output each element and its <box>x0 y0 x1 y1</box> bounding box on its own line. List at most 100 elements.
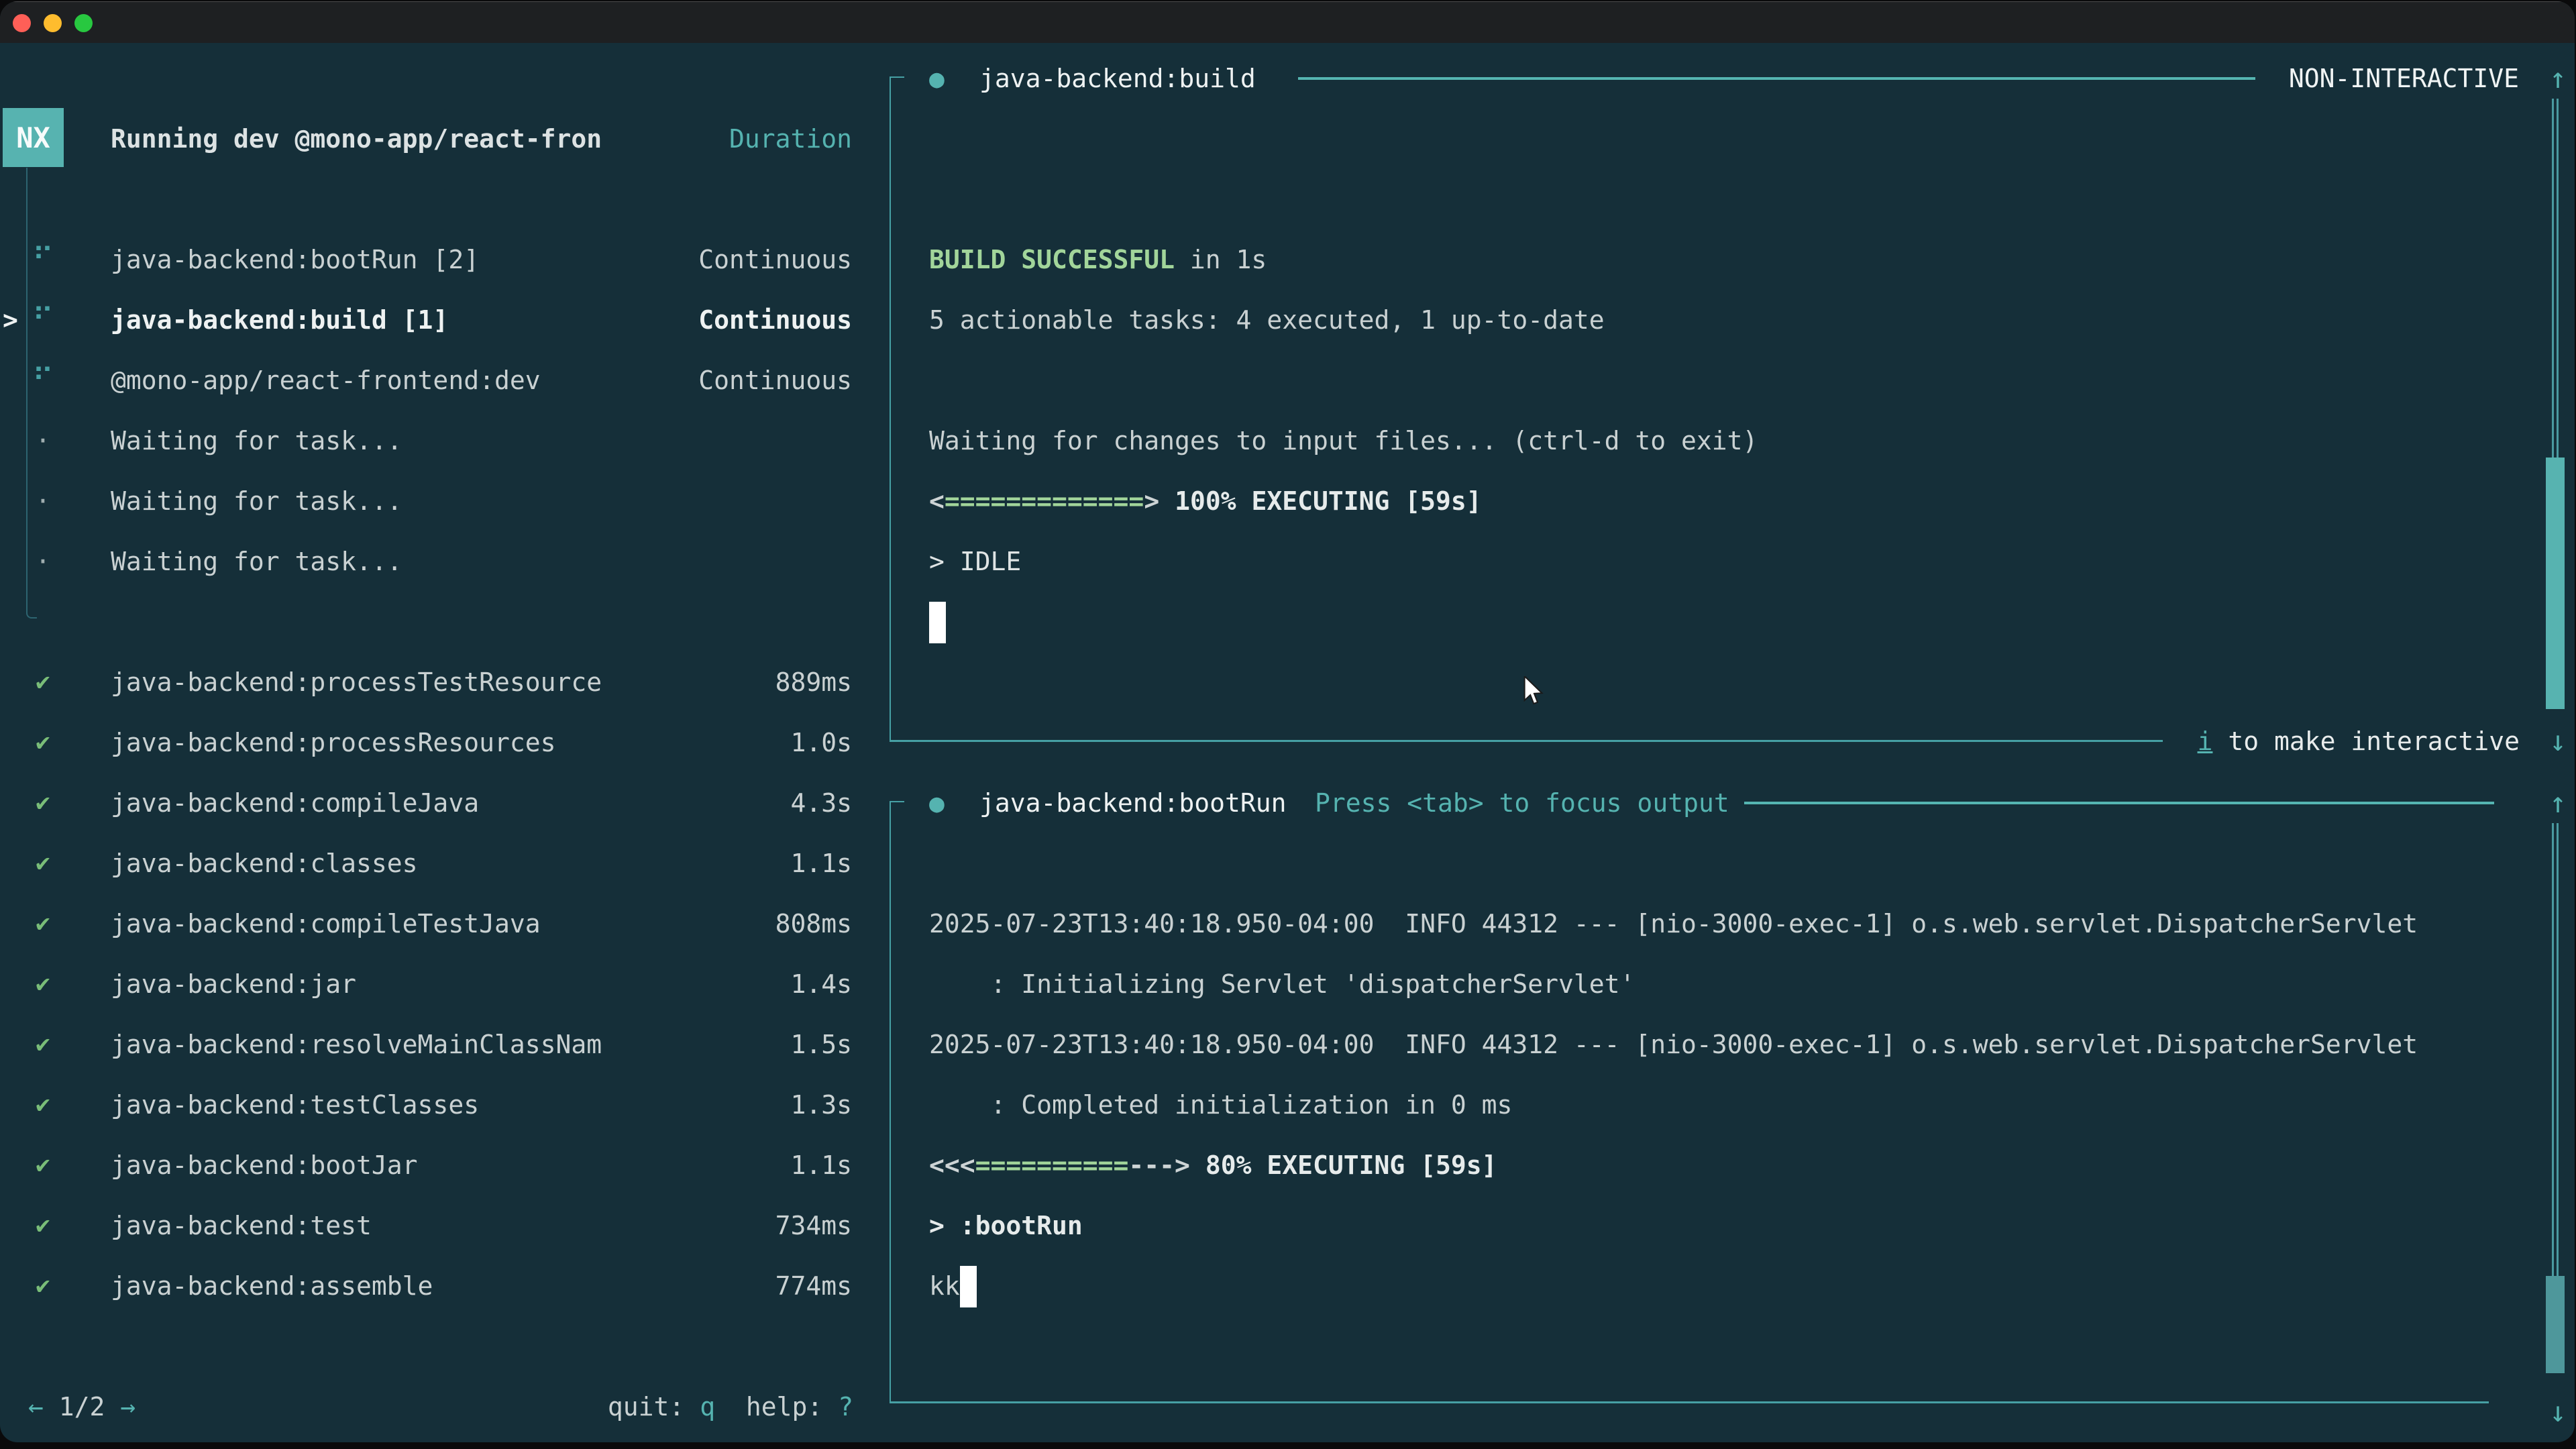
task-running-spinner-icon: ⠋ <box>27 350 59 411</box>
task-name: java-backend:compileJava <box>111 773 479 833</box>
task-success-check-icon: ✔ <box>27 1256 59 1316</box>
task-row[interactable]: ✔java-backend:bootJar1.1s <box>0 1135 872 1195</box>
task-waiting-dot-icon: · <box>27 411 59 471</box>
task-row[interactable]: ✔ java-backend:classes 1.1s <box>0 833 872 894</box>
task-success-check-icon: ✔ <box>27 712 59 773</box>
progress-bar-left-cap: < <box>929 486 945 516</box>
task-row[interactable]: ✔java-backend:assemble774ms <box>0 1256 872 1316</box>
next-page-arrow-icon[interactable]: → <box>120 1392 136 1421</box>
task-row[interactable]: ✔ java-backend:processTestResource889ms <box>0 652 872 712</box>
log-line: : Initializing Servlet 'dispatcherServle… <box>929 954 1635 1014</box>
progress-bar-fill: ========== <box>975 1150 1129 1180</box>
selected-task-chevron-icon: > <box>3 290 18 350</box>
task-success-check-icon: ✔ <box>27 833 59 894</box>
task-duration: 734ms <box>577 1195 852 1256</box>
progress-bar-left-cap: <<< <box>929 1150 975 1180</box>
scroll-down-icon[interactable]: ↓ <box>2538 1382 2575 1442</box>
waiting-for-changes-line: Waiting for changes to input files... (c… <box>929 411 1758 471</box>
zoom-button-icon[interactable] <box>74 14 93 32</box>
task-row[interactable]: · Waiting for task... <box>0 531 872 592</box>
idle-line: > IDLE <box>929 531 1021 592</box>
task-duration: 1.0s <box>577 712 852 773</box>
task-row[interactable]: ✔java-backend:compileTestJava808ms <box>0 894 872 954</box>
task-row[interactable]: ✔ java-backend:test 734ms <box>0 1195 872 1256</box>
scrollbar-track[interactable] <box>2552 99 2559 458</box>
task-name: java-backend:processTestResource <box>111 652 602 712</box>
task-row[interactable]: ✔ java-backend:processResources 1.0s <box>0 712 872 773</box>
task-name: java-backend:classes <box>111 833 418 894</box>
bootrun-panel-title: java-backend:bootRun <box>979 773 1287 833</box>
task-row[interactable]: ⠋java-backend:bootRun [2]Continuous <box>0 229 872 290</box>
task-row[interactable]: ✔ java-backend:testClasses 1.3s <box>0 1075 872 1135</box>
task-name: java-backend:testClasses <box>111 1075 479 1135</box>
task-duration: 1.1s <box>577 833 852 894</box>
bootrun-panel-bullet-icon: ● <box>929 773 945 833</box>
task-row[interactable]: >⠋java-backend:build [1]Continuous <box>0 290 872 350</box>
build-panel-border <box>890 76 904 741</box>
task-success-check-icon: ✔ <box>27 1195 59 1256</box>
sidebar-title: Running dev @mono-app/react-fron <box>111 109 602 169</box>
task-name: Waiting for task... <box>111 471 402 531</box>
tasks-summary-line: 5 actionable tasks: 4 executed, 1 up-to-… <box>929 290 1605 350</box>
prev-page-arrow-icon[interactable]: ← <box>28 1392 44 1421</box>
bootrun-panel-border <box>890 801 904 1402</box>
scroll-down-icon[interactable]: ↓ <box>2538 711 2575 771</box>
log-line: 2025-07-23T13:40:18.950-04:00 INFO 44312… <box>929 1014 2418 1075</box>
build-status-line: BUILD SUCCESSFUL in 1s <box>929 229 1267 290</box>
task-row[interactable]: · Waiting for task... <box>0 471 872 531</box>
quit-label: quit: <box>608 1392 700 1421</box>
task-running-spinner-icon: ⠋ <box>27 229 59 290</box>
bootrun-panel-bottom-line <box>890 1401 2489 1403</box>
mouse-cursor-icon <box>1523 676 1546 707</box>
task-duration: 808ms <box>577 894 852 954</box>
task-success-check-icon: ✔ <box>27 1075 59 1135</box>
task-name: Waiting for task... <box>111 531 402 592</box>
scrollbar-track[interactable] <box>2552 823 2559 1276</box>
help-label: help: <box>715 1392 838 1421</box>
log-line: 2025-07-23T13:40:18.950-04:00 INFO 44312… <box>929 894 2418 954</box>
task-name: java-backend:compileTestJava <box>111 894 541 954</box>
task-duration: 4.3s <box>577 773 852 833</box>
task-waiting-dot-icon: · <box>27 471 59 531</box>
task-name: java-backend:jar <box>111 954 356 1014</box>
task-row[interactable]: ✔java-backend:jar1.4s <box>0 954 872 1014</box>
typed-input[interactable]: kk <box>929 1256 960 1316</box>
progress-label: 80% EXECUTING [59s] <box>1190 1150 1497 1180</box>
task-row[interactable]: · Waiting for task... <box>0 411 872 471</box>
progress-bar-right-cap: ---> <box>1128 1150 1190 1180</box>
task-name: java-backend:processResources <box>111 712 555 773</box>
terminal-cursor <box>960 1266 977 1307</box>
prompt-line: > :bootRun <box>929 1195 1083 1256</box>
task-name: java-backend:test <box>111 1195 372 1256</box>
task-row[interactable]: ✔java-backend:resolveMainClassNam1.5s <box>0 1014 872 1075</box>
pager: ← 1/2 → <box>28 1377 136 1437</box>
help-key: ? <box>838 1392 853 1421</box>
scrollbar-thumb[interactable] <box>2546 1276 2565 1373</box>
scrollbar-thumb[interactable] <box>2546 458 2565 709</box>
task-duration: 1.3s <box>577 1075 852 1135</box>
task-row[interactable]: ✔java-backend:compileJava4.3s <box>0 773 872 833</box>
task-waiting-dot-icon: · <box>27 531 59 592</box>
task-success-check-icon: ✔ <box>27 652 59 712</box>
task-name: java-backend:assemble <box>111 1256 433 1316</box>
page-indicator: 1/2 <box>59 1392 105 1421</box>
progress-bar-fill: ============= <box>945 486 1144 516</box>
task-row[interactable]: ⠋@mono-app/react-frontend:devContinuous <box>0 350 872 411</box>
build-time-text: in 1s <box>1175 245 1267 274</box>
task-success-check-icon: ✔ <box>27 954 59 1014</box>
progress-bar-right-cap: > <box>1144 486 1159 516</box>
build-panel-bottom-line <box>890 740 2163 742</box>
quit-key: q <box>700 1392 715 1421</box>
task-duration: 889ms <box>577 652 852 712</box>
task-name: java-backend:build [1] <box>111 290 448 350</box>
interactive-hint-key: i <box>2198 727 2213 756</box>
minimize-button-icon[interactable] <box>44 14 62 32</box>
window-titlebar[interactable] <box>0 1 2575 43</box>
task-running-spinner-icon: ⠋ <box>27 290 59 350</box>
focus-output-hint: Press <tab> to focus output <box>1315 773 1729 833</box>
close-button-icon[interactable] <box>13 14 31 32</box>
task-duration: Continuous <box>577 229 852 290</box>
task-name: Waiting for task... <box>111 411 402 471</box>
build-panel-bullet-icon: ● <box>929 48 945 109</box>
task-name: java-backend:bootJar <box>111 1135 418 1195</box>
